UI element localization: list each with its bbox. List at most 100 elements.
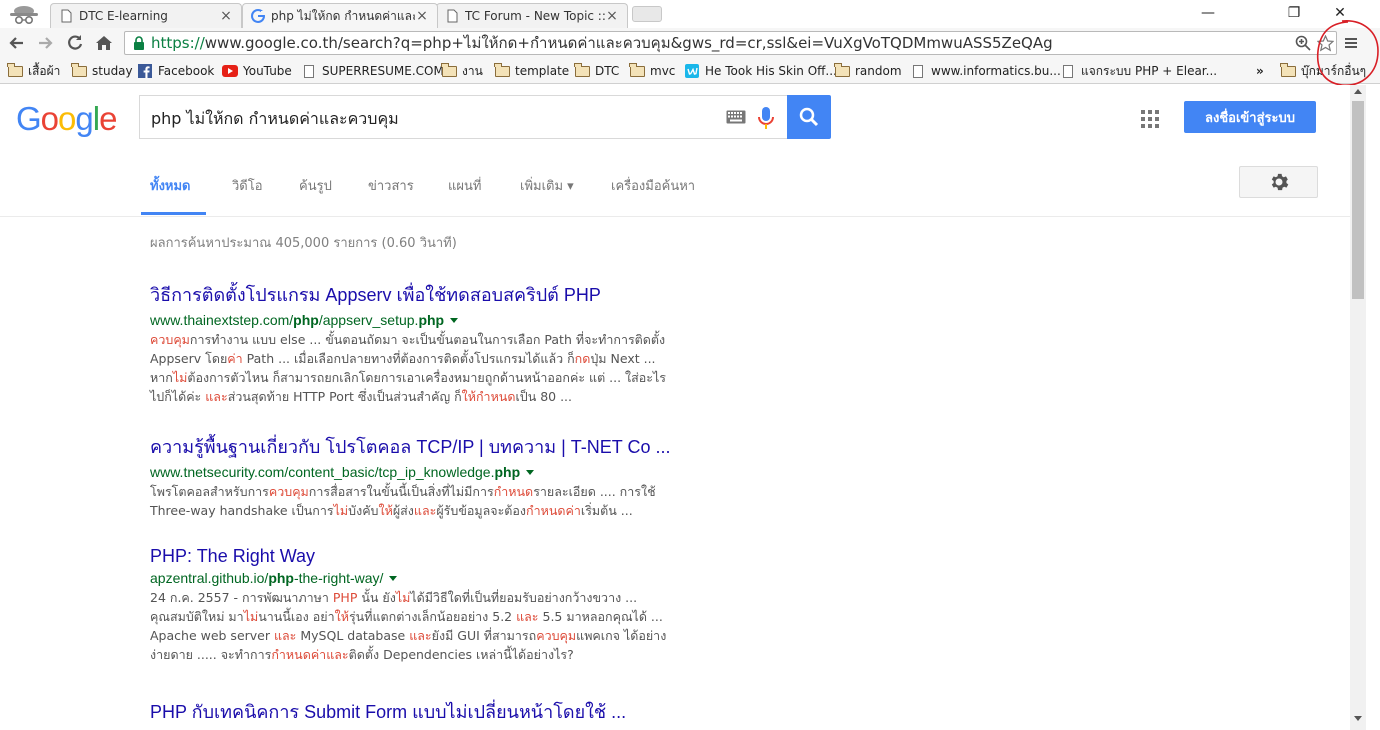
forward-button[interactable] — [34, 32, 56, 54]
bookmark-label: YouTube — [243, 64, 292, 78]
youtube-icon — [222, 64, 238, 78]
bookmark-studay[interactable]: studay — [71, 62, 133, 80]
gear-icon — [1271, 173, 1288, 191]
tab-close-button[interactable]: × — [219, 8, 233, 24]
page-icon — [910, 64, 926, 78]
tab-search-tools[interactable]: เครื่องมือค้นหา — [611, 175, 695, 196]
apps-grid-icon[interactable] — [1140, 109, 1160, 129]
tab-google-search[interactable]: php ไม่ให้กด กำหนดค่าและคว × — [242, 3, 438, 28]
new-tab-button[interactable] — [632, 6, 662, 22]
snippet-text: ง่ายดาย ..... จะทำการ — [150, 647, 272, 662]
bookmark-php-elearning[interactable]: แจกระบบ PHP + Elear... — [1060, 62, 1217, 80]
snippet-text: ได้มีวิธีใดที่เป็นที่ยอมรับอย่างกว้างขวา… — [410, 590, 638, 605]
scroll-down-arrow[interactable] — [1354, 716, 1362, 721]
bookmarks-overflow-button[interactable]: » — [1256, 62, 1264, 80]
snippet-highlight: ควบคุม — [150, 332, 190, 347]
snippet-text: ส่วนสุดท้าย HTTP Port ซึ่งเป็นส่วนสำคัญ … — [227, 389, 462, 404]
microphone-icon[interactable] — [756, 106, 776, 130]
bookmark-template[interactable]: template — [494, 62, 569, 80]
incognito-icon — [10, 6, 38, 25]
bookmark-facebook[interactable]: Facebook — [137, 62, 214, 80]
snippet-highlight: และ — [413, 503, 437, 518]
page-icon — [61, 9, 72, 23]
snippet-text: ผู้รับข้อมูลจะต้อง — [436, 503, 527, 518]
snippet-highlight: ให้กำหนด — [461, 389, 516, 404]
snippet-highlight: กด — [574, 351, 591, 366]
snippet-line: คุณสมบัติใหม่ มาไม่นานนี้เอง อย่าให้รุ่น… — [150, 607, 720, 626]
tab-dtc-elearning[interactable]: DTC E-learning × — [50, 3, 242, 28]
snippet-text: ติดตั้ง Dependencies เหล่านี้ได้อย่างไร? — [348, 647, 574, 662]
window-edge — [1366, 85, 1380, 730]
bookmarks-bar: เสื้อผ้า studay Facebook YouTube SUPERRE… — [0, 58, 1380, 84]
page-scrollbar[interactable] — [1350, 85, 1366, 730]
tab-more[interactable]: เพิ่มเติม ▾ — [520, 175, 574, 196]
search-input[interactable]: php ไม่ให้กด กำหนดค่าและควบคุม — [139, 95, 788, 139]
snippet-text: รุ่นที่แตกต่างเล็กน้อยอย่าง 5.2 — [348, 609, 517, 624]
bookmark-label: แจกระบบ PHP + Elear... — [1081, 63, 1218, 78]
bookmark-informatics[interactable]: www.informatics.bu... — [910, 62, 1061, 80]
keyboard-icon[interactable] — [726, 110, 746, 124]
settings-button[interactable] — [1239, 166, 1318, 198]
back-button[interactable] — [6, 32, 28, 54]
snippet-highlight: ไม่ — [243, 609, 259, 624]
snippet-text: ไปก็ได้ค่ะ — [150, 389, 206, 404]
search-button[interactable] — [787, 95, 831, 139]
snippet-text: บังคับ — [348, 503, 379, 518]
result-snippet: ควบคุมการทำงาน แบบ else ... ขั้นตอนถัดมา… — [150, 330, 720, 406]
bookmark-vimeo-video[interactable]: He Took His Skin Off... — [684, 62, 837, 80]
snippet-text: ปุ่ม Next ... — [590, 351, 656, 366]
bookmark-label: DTC — [595, 64, 620, 78]
snippet-highlight: ไม่ — [333, 503, 349, 518]
tab-strip: DTC E-learning × php ไม่ให้กด กำหนดค่าแล… — [0, 0, 1380, 28]
zoom-button[interactable] — [1292, 35, 1314, 51]
scroll-up-arrow[interactable] — [1354, 89, 1362, 94]
tab-images[interactable]: ค้นรูป — [299, 175, 332, 196]
tab-close-button[interactable]: × — [605, 8, 619, 24]
tab-all[interactable]: ทั้งหมด — [150, 175, 191, 196]
bookmark-label: Facebook — [158, 64, 215, 78]
result-title-link[interactable]: วิธีการติดตั้งโปรแกรม Appserv เพื่อใช้ทด… — [150, 280, 720, 309]
tab-maps[interactable]: แผนที่ — [448, 175, 481, 196]
result-menu-caret[interactable] — [389, 575, 398, 581]
snippet-highlight: และ — [205, 389, 228, 404]
snippet-text: 24 ก.ค. 2557 - การพัฒนาภาษา — [150, 590, 333, 605]
folder-icon — [494, 62, 510, 78]
result-title-link[interactable]: ความรู้พื้นฐานเกี่ยวกับ โปรโตคอล TCP/IP … — [150, 432, 720, 461]
bookmark-random[interactable]: random — [834, 62, 902, 80]
result-menu-caret[interactable] — [450, 317, 459, 323]
bookmark-work[interactable]: งาน — [441, 62, 483, 80]
bookmark-dtc[interactable]: DTC — [574, 62, 619, 80]
reload-button[interactable] — [64, 32, 86, 54]
minimize-button[interactable]: — — [1186, 2, 1230, 24]
snippet-text: 5.5 มาหลอกคุณได้ ... — [538, 609, 663, 624]
snippet-text: การทำงาน แบบ else ... ขั้นตอนถัดมา จะเป็… — [189, 332, 666, 347]
snippet-line: ควบคุมการทำงาน แบบ else ... ขั้นตอนถัดมา… — [150, 330, 720, 349]
bookmark-youtube[interactable]: YouTube — [222, 62, 292, 80]
snippet-text: นั้น ยัง — [357, 590, 396, 605]
tab-tc-forum[interactable]: TC Forum - New Topic :: ค × — [436, 3, 628, 28]
snippet-text: คุณสมบัติใหม่ มา — [150, 609, 244, 624]
tab-title: DTC E-learning — [79, 9, 168, 23]
snippet-text: ยังมี GUI ที่สามารถ — [431, 628, 537, 643]
search-result: PHP กับเทคนิคการ Submit Form แบบไม่เปลี่… — [150, 697, 720, 726]
tab-close-button[interactable]: × — [415, 8, 429, 24]
google-logo[interactable]: Google — [16, 100, 117, 138]
address-bar[interactable]: https://www.google.co.th/search?q=php+ไม… — [124, 31, 1337, 55]
result-title-link[interactable]: PHP: The Right Way — [150, 546, 720, 567]
bookmark-clothes[interactable]: เสื้อผ้า — [7, 62, 60, 80]
bookmark-mvc[interactable]: mvc — [629, 62, 675, 80]
tab-videos[interactable]: วิดีโอ — [232, 175, 263, 196]
sign-in-button[interactable]: ลงชื่อเข้าสู่ระบบ — [1184, 101, 1316, 133]
home-button[interactable] — [93, 32, 115, 54]
result-menu-caret[interactable] — [526, 469, 535, 475]
snippet-line: Apache web server และ MySQL database และ… — [150, 626, 720, 645]
snippet-text: แพคเกจ ได้อย่าง — [576, 628, 667, 643]
restore-button[interactable]: ❐ — [1272, 2, 1316, 24]
folder-icon — [71, 62, 87, 78]
result-title-link[interactable]: PHP กับเทคนิคการ Submit Form แบบไม่เปลี่… — [150, 697, 720, 726]
page-icon — [1060, 64, 1076, 78]
tab-news[interactable]: ข่าวสาร — [368, 175, 414, 196]
bookmark-superresume[interactable]: SUPERRESUME.COM — [301, 62, 444, 80]
result-stats: ผลการค้นหาประมาณ 405,000 รายการ (0.60 วิ… — [150, 236, 457, 251]
scrollbar-thumb[interactable] — [1352, 101, 1364, 299]
